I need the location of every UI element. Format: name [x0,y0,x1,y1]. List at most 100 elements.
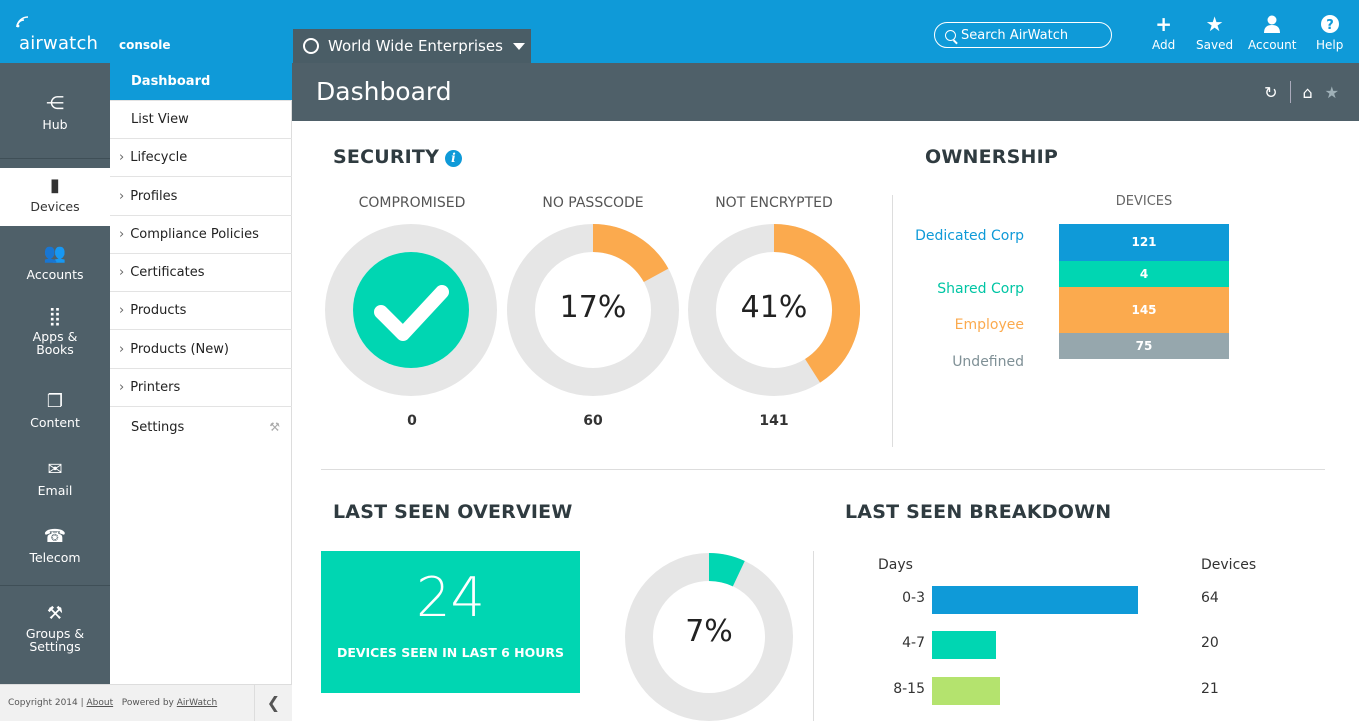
last-seen-count: 24 [416,566,485,629]
add-button[interactable]: + Add [1152,14,1175,52]
devices-submenu: Dashboard List View › Lifecycle › Profil… [110,63,292,684]
rail-item-hub[interactable]: ⋲ Hub [0,93,110,132]
search-input[interactable]: Search AirWatch [934,22,1112,48]
rail-label: Devices [30,199,80,214]
breakdown-days-label: 8-15 [893,681,925,697]
submenu-dashboard[interactable]: Dashboard [110,63,292,101]
submenu-label: Profiles [130,189,178,204]
info-icon[interactable]: i [445,150,463,167]
plus-icon: + [1155,12,1172,36]
compromised-count[interactable]: 0 [322,413,502,429]
saved-label: Saved [1196,38,1234,52]
rail-item-groups-settings[interactable]: ⚒ Groups & Settings [0,603,110,653]
no-passcode-arc [592,224,669,283]
search-icon [945,29,956,41]
phone-icon: ☎ [43,526,67,547]
home-icon[interactable]: ⌂ [1303,83,1313,102]
breakdown-devices-value: 64 [1201,590,1219,606]
svg-text:?: ? [1326,18,1334,33]
rail-label: Email [37,483,73,498]
rail-label: Telecom [29,550,81,565]
brand-console-label: console [119,38,171,52]
saved-button[interactable]: ★ Saved [1196,14,1233,52]
not-encrypted-count[interactable]: 141 [684,413,864,429]
no-passcode-count[interactable]: 60 [503,413,683,429]
last-seen-overview-title: LAST SEEN OVERVIEW [333,501,573,523]
ownership-label-undefined: Undefined [952,354,1024,370]
ownership-bar-shared[interactable]: 4 [1059,261,1229,287]
apps-icon: ⣿ [48,306,62,327]
about-link[interactable]: About [87,698,114,708]
page-header: Dashboard ↻ ⌂ ★ [292,63,1359,121]
rail-item-email[interactable]: ✉ Email [0,459,110,498]
breakdown-bar[interactable] [932,631,996,659]
rail-label: Hub [42,117,68,132]
breakdown-devices-value: 21 [1201,681,1219,697]
rail-item-devices[interactable]: ▮ Devices [0,168,110,226]
submenu-products-new[interactable]: › Products (New) [110,331,292,369]
breakdown-bar[interactable] [932,677,1000,705]
ownership-label-shared: Shared Corp [937,281,1024,297]
ownership-label-dedicated: Dedicated Corp [915,228,1024,244]
submenu-printers[interactable]: › Printers [110,369,292,407]
copyright-text: Copyright 2014 | [8,698,84,708]
ownership-bar-undefined[interactable]: 75 [1059,333,1229,359]
last-seen-breakdown-title: LAST SEEN BREAKDOWN [845,501,1112,523]
airwatch-link[interactable]: AirWatch [177,698,217,708]
help-button[interactable]: ? Help [1316,14,1343,52]
help-label: Help [1316,38,1344,52]
collapse-sidebar-button[interactable]: ❮ [254,684,292,721]
submenu-label: Compliance Policies [130,227,259,242]
breakdown-bar[interactable] [932,586,1138,614]
submenu-lifecycle[interactable]: › Lifecycle [110,139,292,177]
breakdown-days-header: Days [878,557,913,573]
chevron-down-icon [512,42,525,50]
chevron-right-icon: › [119,342,125,357]
submenu-profiles[interactable]: › Profiles [110,178,292,216]
last-seen-tile[interactable]: 24 DEVICES SEEN IN LAST 6 HOURS [321,551,580,693]
gauge-label-not-encrypted: NOT ENCRYPTED [715,195,833,211]
help-icon: ? [1316,14,1343,38]
favorite-star-icon[interactable]: ★ [1325,83,1339,102]
organization-group-name: World Wide Enterprises [328,37,503,55]
chevron-right-icon: › [119,189,125,204]
ownership-bar-employee[interactable]: 145 [1059,287,1229,333]
not-encrypted-percent: 41% [740,290,808,325]
tools-icon: ⚒ [269,420,280,434]
powered-by-text: Powered by [121,698,174,708]
gauge-label-no-passcode: NO PASSCODE [542,195,644,211]
rail-label: Apps & Books [32,329,78,357]
organization-group-select[interactable]: World Wide Enterprises [293,29,531,63]
gauge-label-compromised: COMPROMISED [358,195,466,211]
chevron-left-icon: ❮ [266,693,281,712]
security-section-title: SECURITY i [333,146,463,168]
last-seen-caption: DEVICES SEEN IN LAST 6 HOURS [336,645,565,660]
breakdown-days-label: 4-7 [902,635,925,651]
submenu-compliance-policies[interactable]: › Compliance Policies [110,216,292,254]
footer: Copyright 2014 | About Powered by AirWat… [0,684,292,721]
submenu-label: Settings [131,419,185,435]
refresh-icon[interactable]: ↻ [1264,83,1277,102]
submenu-certificates[interactable]: › Certificates [110,254,292,292]
submenu-label: Certificates [130,265,205,280]
rail-item-apps-books[interactable]: ⣿ Apps & Books [0,306,110,356]
rail-item-content[interactable]: ❐ Content [0,391,110,430]
page-title: Dashboard [316,77,452,106]
submenu-label: Lifecycle [130,150,188,165]
submenu-products[interactable]: › Products [110,292,292,330]
accounts-icon: 👥 [43,243,67,264]
compromised-gauge[interactable] [325,224,497,396]
chevron-right-icon: › [119,227,125,242]
globe-icon [303,38,319,54]
rail-item-accounts[interactable]: 👥 Accounts [0,243,110,282]
submenu-list-view[interactable]: List View [110,101,292,139]
brand-logo[interactable]: airwatch [19,33,98,54]
submenu-settings[interactable]: Settings ⚒ [110,408,292,446]
submenu-label: List View [131,112,189,127]
ownership-bar-dedicated[interactable]: 121 [1059,224,1229,261]
top-bar: airwatch console World Wide Enterprises … [0,0,1359,63]
submenu-label: Dashboard [131,74,211,89]
account-button[interactable]: Account [1248,14,1296,52]
chevron-right-icon: › [119,265,125,280]
rail-item-telecom[interactable]: ☎ Telecom [0,526,110,565]
